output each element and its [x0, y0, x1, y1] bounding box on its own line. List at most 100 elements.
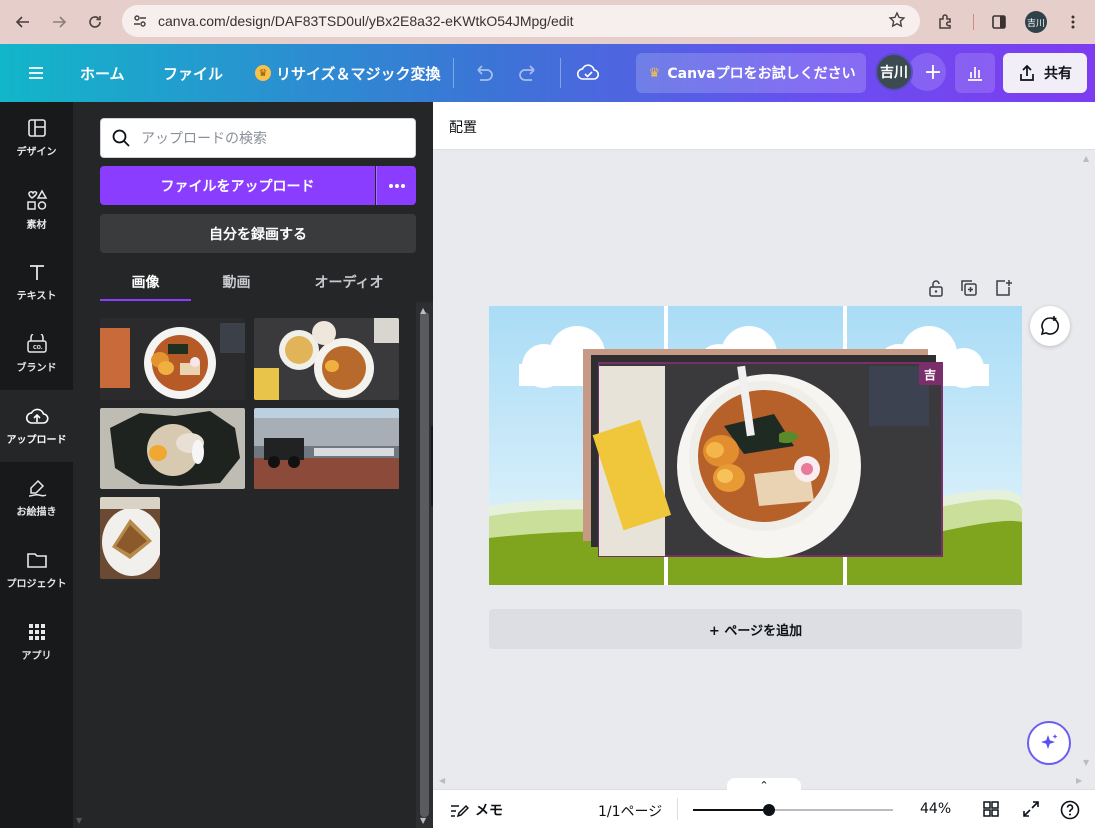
help-icon[interactable]	[1060, 800, 1080, 820]
main-menu-button[interactable]	[27, 44, 45, 102]
page-artwork	[489, 306, 1022, 585]
resize-button[interactable]: ♛ リサイズ＆マジック変換	[255, 44, 441, 102]
tab-videos[interactable]: 動画	[191, 264, 282, 300]
share-button[interactable]: 共有	[1003, 53, 1087, 93]
side-panel-icon	[992, 15, 1006, 29]
user-avatar[interactable]: 吉川	[875, 53, 913, 91]
search-icon	[112, 129, 130, 147]
profile-button[interactable]: 吉川	[1025, 11, 1047, 33]
tab-audio[interactable]: オーディオ	[303, 264, 395, 300]
upload-thumbnail[interactable]	[100, 497, 160, 579]
scroll-down-arrow[interactable]: ▼	[420, 816, 426, 825]
upload-search-box[interactable]: アップロードの検索	[100, 118, 416, 158]
sparkle-icon	[1041, 734, 1058, 749]
share-upload-icon	[1020, 64, 1034, 81]
rail-item-apps[interactable]: アプリ	[0, 606, 73, 678]
rail-label: デザイン	[16, 147, 57, 158]
puzzle-icon	[939, 14, 951, 29]
plus-icon: +	[923, 59, 943, 85]
tab-images[interactable]: 画像	[100, 264, 191, 300]
upload-thumbnail[interactable]	[100, 408, 245, 489]
brand-icon: CO.	[26, 334, 47, 353]
canvas-scroll-right-arrow[interactable]: ▶	[1076, 776, 1082, 785]
upload-thumbnail[interactable]	[254, 408, 399, 489]
rail-item-uploads[interactable]: アップロード	[0, 390, 73, 462]
uploads-panel: アップロードの検索 ファイルをアップロード 自分を録画する 画像 動画 オーディ…	[73, 102, 433, 828]
rail-label: ブランド	[16, 363, 57, 374]
text-icon	[29, 265, 44, 280]
rail-item-brand[interactable]: CO. ブランド	[0, 318, 73, 390]
header-divider	[453, 58, 454, 88]
try-pro-button[interactable]: ♛ Canvaプロをお試しください	[636, 53, 866, 93]
more-vertical-icon	[1071, 15, 1075, 29]
zoom-slider-handle[interactable]	[763, 804, 775, 816]
rail-item-draw[interactable]: お絵描き	[0, 462, 73, 534]
redo-button[interactable]	[518, 44, 540, 102]
browser-toolbar: canva.com/design/DAF83TSD0ul/yBx2E8a32-e…	[0, 0, 1095, 44]
add-comment-button[interactable]	[1030, 306, 1070, 346]
canvas-scroll-left-arrow[interactable]: ◀	[439, 776, 445, 785]
invite-button[interactable]: +	[908, 53, 946, 91]
zoom-slider-fill	[693, 809, 769, 811]
rail-item-elements[interactable]: 素材	[0, 174, 73, 246]
share-label: 共有	[1044, 66, 1072, 82]
lock-icon[interactable]	[927, 278, 945, 298]
save-status-button[interactable]	[576, 44, 600, 102]
rail-label: テキスト	[16, 291, 57, 302]
panel-scroll-thumb[interactable]	[420, 312, 429, 817]
rail-label: プロジェクト	[6, 579, 67, 590]
more-horizontal-icon	[388, 183, 405, 188]
panel-scrollbar[interactable]	[416, 302, 433, 828]
upload-thumbnail[interactable]	[254, 318, 399, 400]
scroll-up-arrow[interactable]: ▲	[420, 306, 426, 315]
duplicate-page-icon[interactable]	[959, 278, 979, 298]
search-placeholder: アップロードの検索	[141, 131, 267, 147]
expand-pages-handle[interactable]: ⌃	[727, 778, 801, 792]
zoom-percentage[interactable]: 44%	[920, 801, 951, 817]
site-settings-icon[interactable]	[132, 13, 148, 29]
reload-button[interactable]	[77, 4, 113, 40]
resize-label: リサイズ＆マジック変換	[276, 64, 441, 83]
page-tools	[927, 278, 1013, 298]
rail-label: アップロード	[6, 435, 67, 446]
home-button[interactable]: ホーム	[80, 44, 125, 102]
extensions-button[interactable]	[928, 4, 964, 40]
record-yourself-button[interactable]: 自分を録画する	[100, 214, 416, 253]
add-page-icon[interactable]	[993, 278, 1013, 298]
add-page-button[interactable]: + ページを追加	[489, 609, 1022, 649]
ramen-photo	[100, 318, 245, 400]
rail-scroll-down-arrow[interactable]: ▼	[76, 816, 82, 825]
rail-item-design[interactable]: デザイン	[0, 102, 73, 174]
insights-button[interactable]	[955, 53, 995, 93]
upload-files-button[interactable]: ファイルをアップロード	[100, 166, 375, 205]
forward-button[interactable]	[41, 4, 77, 40]
ramen-set-photo	[254, 318, 399, 400]
notes-button[interactable]: メモ	[449, 800, 503, 820]
address-bar[interactable]: canva.com/design/DAF83TSD0ul/yBx2E8a32-e…	[122, 5, 920, 37]
side-rail: デザイン 素材 テキスト CO. ブランド アップロード お絵描き プロジェクト…	[0, 102, 73, 828]
try-pro-label: Canvaプロをお試しください	[667, 66, 856, 82]
crown-icon: ♛	[255, 65, 271, 81]
side-panel-button[interactable]	[981, 4, 1017, 40]
fullscreen-icon[interactable]	[1022, 800, 1040, 818]
page-counter[interactable]: 1/1ページ	[598, 801, 662, 821]
canvas-scroll-down-arrow[interactable]: ▼	[1083, 758, 1089, 767]
crown-icon: ♛	[648, 65, 661, 81]
rail-item-text[interactable]: テキスト	[0, 246, 73, 318]
undo-button[interactable]	[472, 44, 494, 102]
design-page[interactable]: 吉	[489, 306, 1022, 585]
canvas-scroll-up-arrow[interactable]: ▲	[1083, 154, 1089, 163]
editor-header: ホーム ファイル ♛ リサイズ＆マジック変換 ♛ Canvaプロをお試しください…	[0, 44, 1095, 102]
upload-thumbnail[interactable]	[100, 318, 245, 400]
browser-menu-button[interactable]	[1055, 4, 1091, 40]
position-button[interactable]: 配置	[449, 117, 477, 137]
magic-assistant-button[interactable]	[1027, 721, 1071, 765]
back-button[interactable]	[5, 4, 41, 40]
hamburger-icon	[29, 67, 43, 79]
rail-item-projects[interactable]: プロジェクト	[0, 534, 73, 606]
grid-view-icon[interactable]	[982, 800, 1000, 818]
upload-more-button[interactable]	[376, 166, 416, 205]
rail-label: アプリ	[21, 651, 52, 662]
file-menu-button[interactable]: ファイル	[163, 44, 223, 102]
bookmark-star-icon[interactable]	[888, 11, 906, 29]
